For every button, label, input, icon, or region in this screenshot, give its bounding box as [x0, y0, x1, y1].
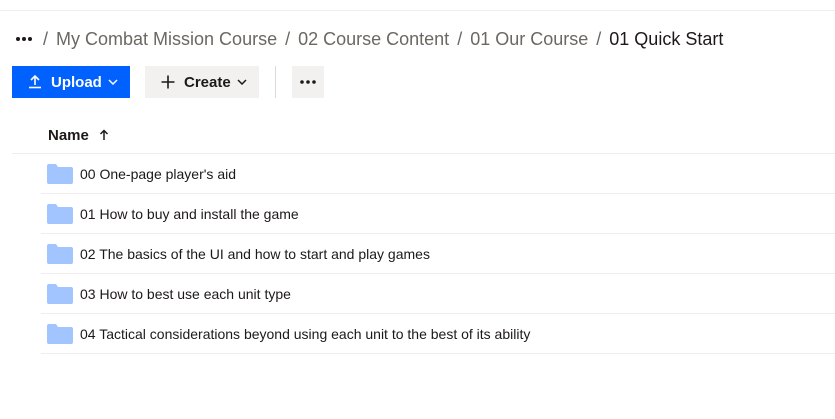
- table-row[interactable]: 03 How to best use each unit type: [41, 274, 835, 314]
- upload-icon: [27, 74, 43, 90]
- folder-icon: [47, 203, 73, 225]
- chevron-down-icon: [108, 79, 118, 85]
- create-button-label: Create: [184, 73, 231, 91]
- breadcrumb-more-icon[interactable]: [15, 29, 35, 49]
- table-row[interactable]: 04 Tactical considerations beyond using …: [41, 314, 835, 354]
- more-actions-button[interactable]: [292, 66, 324, 98]
- folder-icon: [47, 323, 73, 345]
- create-button[interactable]: Create: [145, 66, 259, 98]
- breadcrumb-separator: /: [596, 28, 602, 49]
- name-column-label: Name: [48, 126, 89, 144]
- breadcrumb-item[interactable]: 01 Our Course: [470, 29, 588, 50]
- breadcrumb-separator: /: [285, 28, 291, 49]
- folder-icon: [47, 163, 73, 185]
- upload-button[interactable]: Upload: [12, 66, 130, 98]
- file-list: 00 One-page player's aid 01 How to buy a…: [41, 154, 835, 354]
- breadcrumb-item[interactable]: My Combat Mission Course: [56, 29, 277, 50]
- breadcrumb-current: 01 Quick Start: [609, 28, 724, 49]
- sort-ascending-icon: [99, 129, 109, 141]
- folder-name: 01 How to buy and install the game: [80, 205, 299, 222]
- chevron-down-icon: [237, 79, 247, 85]
- table-row[interactable]: 00 One-page player's aid: [41, 154, 835, 194]
- toolbar-divider: [275, 66, 276, 98]
- more-icon: [300, 80, 316, 84]
- folder-icon: [47, 283, 73, 305]
- folder-name: 00 One-page player's aid: [80, 165, 236, 182]
- breadcrumb-separator: /: [43, 28, 49, 49]
- top-divider: [0, 10, 835, 11]
- folder-name: 03 How to best use each unit type: [80, 285, 291, 302]
- plus-icon: [160, 74, 176, 90]
- name-column-header[interactable]: Name: [48, 125, 109, 145]
- folder-name: 02 The basics of the UI and how to start…: [80, 245, 430, 262]
- folder-name: 04 Tactical considerations beyond using …: [80, 325, 531, 342]
- breadcrumb: / My Combat Mission Course / 02 Course C…: [15, 27, 723, 51]
- breadcrumb-separator: /: [457, 28, 463, 49]
- upload-button-label: Upload: [51, 73, 102, 91]
- breadcrumb-item[interactable]: 02 Course Content: [298, 29, 449, 50]
- table-row[interactable]: 02 The basics of the UI and how to start…: [41, 234, 835, 274]
- table-row[interactable]: 01 How to buy and install the game: [41, 194, 835, 234]
- folder-icon: [47, 243, 73, 265]
